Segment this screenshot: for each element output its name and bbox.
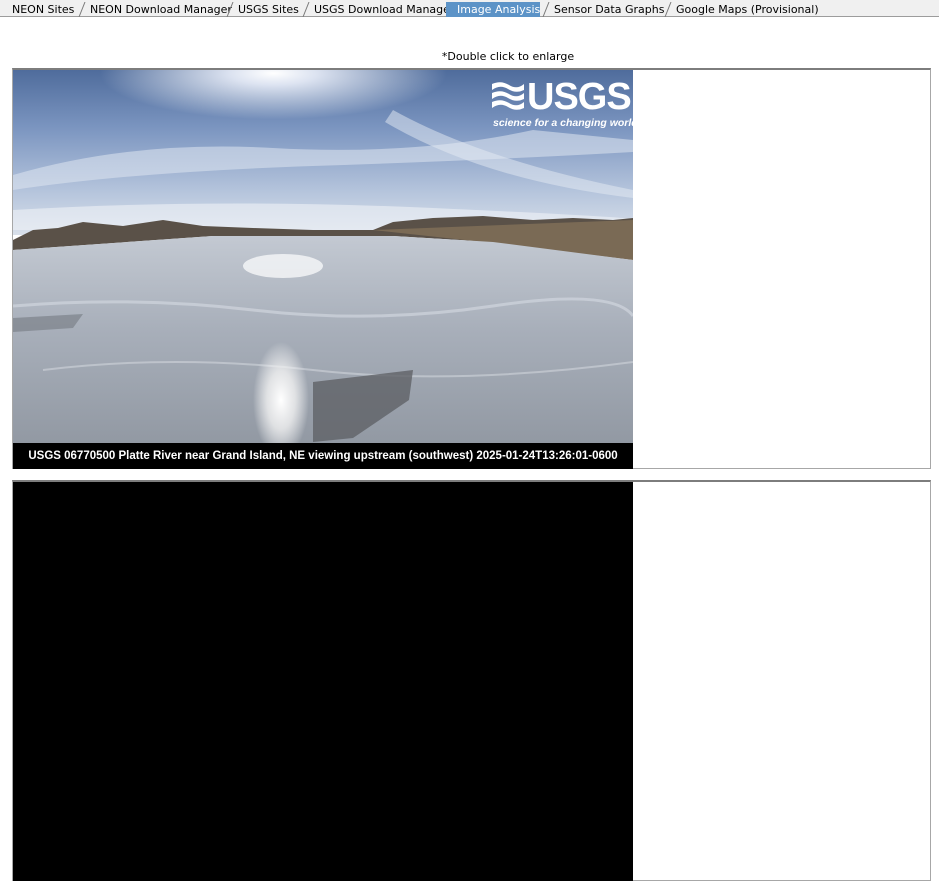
tab-separator-icon [664, 2, 672, 17]
tab-label: NEON Download Manager [90, 3, 232, 16]
camera-image-empty[interactable] [13, 482, 633, 881]
tab-separator-icon [226, 2, 234, 17]
image-panel-1: USGS science for a changing world USGS 0… [12, 68, 931, 469]
usgs-logo: USGS science for a changing world [491, 76, 633, 130]
tab-separator-icon [542, 2, 550, 17]
tab-usgs-download-manager[interactable]: USGS Download Manager [300, 2, 454, 17]
usgs-wave-icon [492, 82, 524, 110]
logo-tagline: science for a changing world [493, 117, 633, 129]
tab-separator-icon [302, 2, 310, 17]
tab-google-maps[interactable]: Google Maps (Provisional) [662, 2, 819, 17]
tab-label: USGS Download Manager [314, 3, 455, 16]
tab-label: Google Maps (Provisional) [676, 3, 819, 16]
tab-image-analysis[interactable]: Image Analysis [446, 2, 540, 17]
tab-sensor-data-graphs[interactable]: Sensor Data Graphs [540, 2, 665, 17]
tab-separator-icon [78, 2, 86, 17]
tab-label: Image Analysis [457, 3, 541, 16]
tab-neon-sites[interactable]: NEON Sites [2, 2, 76, 17]
image-panel-2 [12, 480, 931, 881]
logo-word: USGS [527, 76, 632, 118]
image-caption: USGS 06770500 Platte River near Grand Is… [13, 443, 633, 469]
tab-label: NEON Sites [12, 3, 75, 16]
tab-neon-download-manager[interactable]: NEON Download Manager [76, 2, 232, 17]
tab-usgs-sites[interactable]: USGS Sites [224, 2, 300, 17]
tab-label: Sensor Data Graphs [554, 3, 665, 16]
tab-label: USGS Sites [238, 3, 299, 16]
tab-strip: NEON Sites NEON Download Manager USGS Si… [0, 0, 939, 17]
camera-image[interactable]: USGS science for a changing world USGS 0… [13, 70, 633, 469]
enlarge-hint: *Double click to enlarge [441, 50, 575, 63]
